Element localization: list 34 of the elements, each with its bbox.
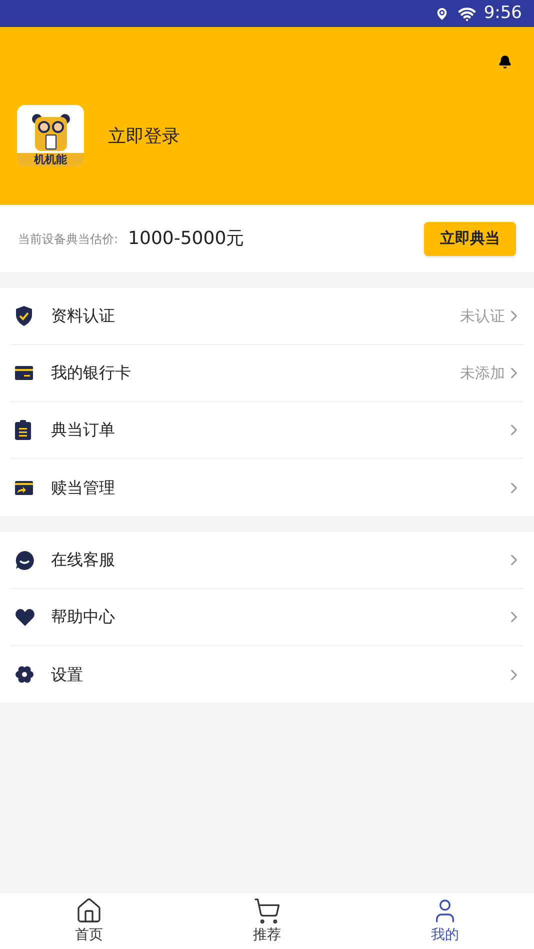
clipboard-icon bbox=[15, 420, 31, 440]
shield-check-icon bbox=[15, 306, 33, 326]
home-icon bbox=[75, 896, 103, 924]
nav-tab[interactable]: 推荐 bbox=[178, 893, 356, 949]
menu-status: 未添加 bbox=[460, 362, 505, 384]
menu-item[interactable]: 典当订单 bbox=[11, 402, 523, 459]
menu-label: 赎当管理 bbox=[51, 476, 115, 498]
estimate-label: 当前设备典当估价: bbox=[18, 230, 118, 248]
estimate-value: 1000-5000元 bbox=[128, 227, 244, 251]
login-link[interactable]: 立即登录 bbox=[108, 122, 180, 150]
heart-icon bbox=[15, 608, 35, 626]
menu-label: 在线客服 bbox=[51, 549, 115, 571]
menu-label: 我的银行卡 bbox=[51, 362, 131, 384]
cart-icon bbox=[253, 896, 281, 924]
menu-item[interactable]: 在线客服 bbox=[11, 532, 523, 589]
menu-item[interactable]: 赎当管理 bbox=[11, 459, 523, 516]
pawn-button[interactable]: 立即典当 bbox=[424, 222, 516, 256]
bell-icon[interactable] bbox=[498, 55, 512, 69]
menu-item[interactable]: 帮助中心 bbox=[11, 589, 523, 646]
status-time: 9:56 bbox=[484, 2, 522, 25]
menu-item[interactable]: 我的银行卡 未添加 bbox=[11, 345, 523, 402]
menu-item[interactable]: 资料认证 未认证 bbox=[11, 288, 523, 345]
menu-label: 帮助中心 bbox=[51, 606, 115, 628]
card-icon bbox=[15, 366, 33, 380]
smile-chat-icon bbox=[15, 550, 34, 570]
menu-label: 典当订单 bbox=[51, 419, 115, 441]
wifi-icon bbox=[458, 4, 476, 22]
nav-tab[interactable]: 首页 bbox=[0, 893, 178, 949]
menu-item[interactable]: 设置 bbox=[11, 646, 523, 703]
menu-label: 资料认证 bbox=[51, 305, 115, 327]
menu-label: 设置 bbox=[51, 664, 83, 686]
nav-tab[interactable]: 我的 bbox=[356, 893, 534, 949]
logo-text: 机机能 bbox=[17, 153, 84, 167]
menu-status: 未认证 bbox=[460, 306, 505, 327]
